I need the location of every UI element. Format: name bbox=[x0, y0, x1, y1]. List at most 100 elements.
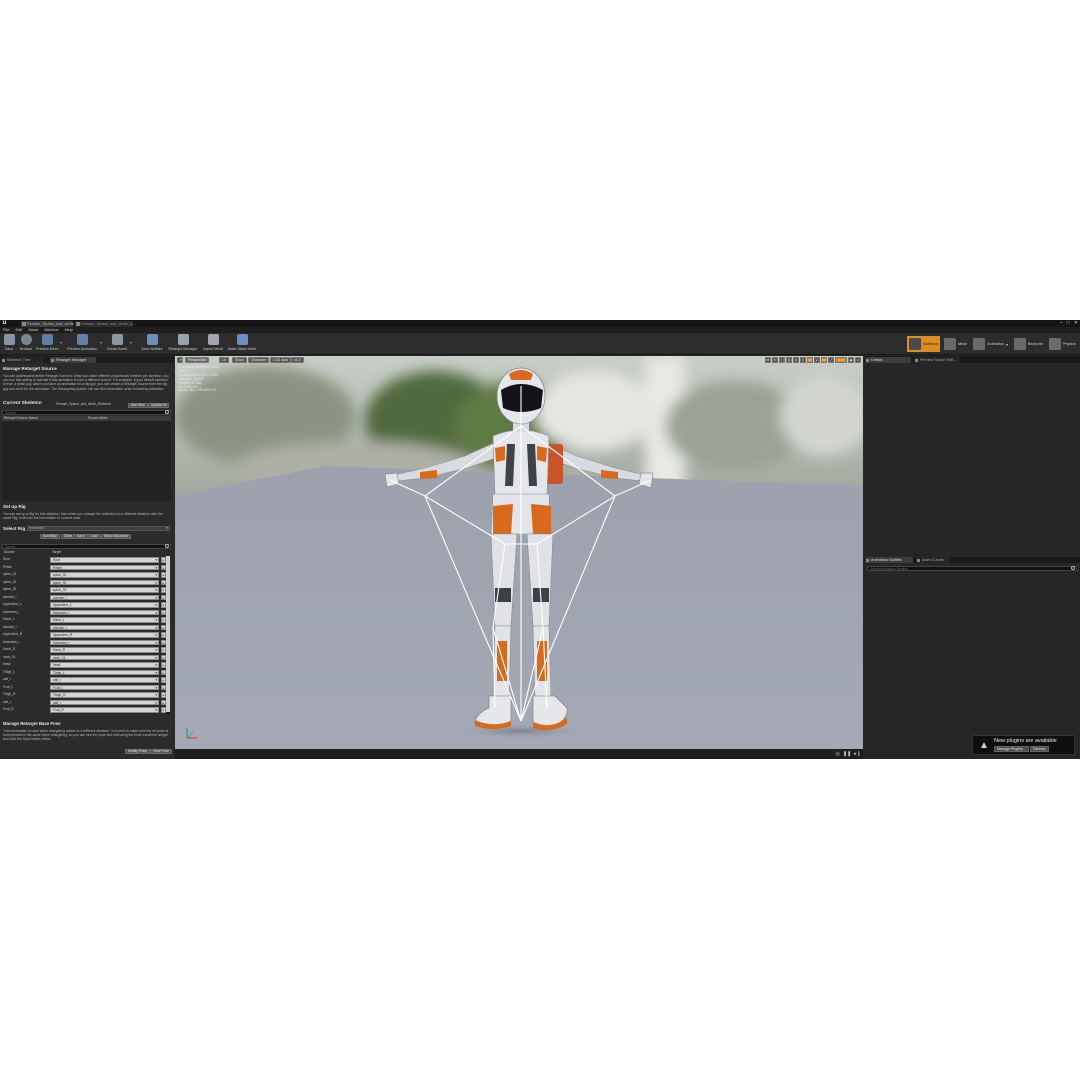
update-all-button[interactable]: Update All bbox=[148, 403, 170, 408]
world-local-icon[interactable]: ◍ bbox=[786, 357, 792, 363]
rig-target-bone-dropdown[interactable]: UpperArm_R ▾ bbox=[50, 632, 159, 638]
rig-table-scrollbar[interactable] bbox=[166, 556, 170, 714]
rig-target-bone-dropdown[interactable]: calf_r ▾ bbox=[50, 699, 159, 705]
camera-speed-icon[interactable]: ▣ bbox=[848, 357, 854, 363]
rig-target-bone-dropdown[interactable]: clavicle_l ▾ bbox=[50, 594, 159, 600]
clear-button[interactable]: Clear bbox=[61, 534, 76, 539]
mode-skeleton-button[interactable]: Skeleton bbox=[907, 336, 940, 352]
lit-button[interactable]: Lit bbox=[219, 357, 229, 363]
rig-target-bone-dropdown[interactable]: Foot_L ▾ bbox=[50, 684, 159, 690]
plugins-notification: New plugins are available Manage Plugins… bbox=[972, 735, 1075, 755]
close-icon[interactable]: ✕ bbox=[1074, 320, 1078, 327]
surface-snap-icon[interactable]: ≡ bbox=[793, 357, 799, 363]
rig-target-bone-dropdown[interactable]: head ▾ bbox=[50, 662, 159, 668]
rig-target-bone-dropdown[interactable]: spine_02 ▾ bbox=[50, 579, 159, 585]
rig-target-bone-dropdown[interactable]: Thigh_L ▾ bbox=[50, 669, 159, 675]
dismiss-button[interactable]: Dismiss bbox=[1030, 746, 1049, 752]
scrollbar-thumb[interactable] bbox=[166, 556, 170, 712]
chevron-down-icon[interactable]: ▾ bbox=[130, 340, 132, 345]
show-advanced-button[interactable]: Show Advanced bbox=[101, 534, 132, 539]
automap-button[interactable]: AutoMap bbox=[40, 534, 60, 539]
save-button[interactable]: Save bbox=[3, 334, 15, 354]
section-title-base-pose: Manage Retarget Base Pose bbox=[3, 721, 61, 726]
anim-notifies-button[interactable]: Anim Notifies bbox=[141, 334, 163, 354]
character-button[interactable]: Character bbox=[248, 357, 270, 363]
tab-retarget-manager[interactable]: Retarget Manager bbox=[50, 357, 96, 363]
tab-skeleton-tree[interactable]: Skeleton Tree bbox=[1, 357, 43, 363]
load-rig-button[interactable]: Load bbox=[87, 534, 101, 539]
minimize-icon[interactable]: – bbox=[1060, 320, 1063, 327]
rig-target-bone-dropdown[interactable]: Hand_R ▾ bbox=[50, 647, 159, 653]
retarget-source-search-input[interactable]: Search bbox=[2, 410, 171, 415]
rig-target-bone-dropdown[interactable]: Thigh_R ▾ bbox=[50, 692, 159, 698]
main-toolbar: Save Browse Preview Mesh ▾ Preview Anima… bbox=[0, 333, 1080, 355]
rig-table-header: Source Target bbox=[2, 550, 171, 555]
preview-animation-button[interactable]: Preview Animation ▾ bbox=[66, 334, 102, 354]
animation-scrub-bar[interactable]: ◎ ❚❚ ▸❙ bbox=[175, 749, 863, 759]
rig-target-bone-dropdown[interactable]: neck_01 ▾ bbox=[50, 654, 159, 660]
mode-mesh-button[interactable]: Mesh bbox=[942, 336, 969, 352]
browse-button[interactable]: Browse bbox=[19, 334, 33, 354]
unreal-logo-icon: u bbox=[2, 320, 7, 326]
rig-target-bone-dropdown[interactable]: calf_l ▾ bbox=[50, 677, 159, 683]
rotation-snap-value[interactable]: 10° bbox=[821, 357, 827, 363]
rotate-icon[interactable]: ↻ bbox=[772, 357, 778, 363]
notify-search-input[interactable]: Search Animation Notifies bbox=[867, 566, 1077, 571]
lod-auto-button[interactable]: LOD Auto bbox=[270, 357, 292, 363]
maximize-icon[interactable]: □ bbox=[1067, 320, 1070, 327]
make-static-mesh-button[interactable]: Make Static Mesh bbox=[227, 334, 257, 354]
playback-speed-button[interactable]: x1.0 bbox=[291, 357, 304, 363]
retarget-manager-button[interactable]: Retarget Manager bbox=[167, 334, 199, 354]
import-mesh-button[interactable]: Import Mesh bbox=[202, 334, 224, 354]
show-button[interactable]: Show bbox=[232, 357, 247, 363]
rig-target-bone-dropdown[interactable]: UpperArm_L ▾ bbox=[50, 602, 159, 608]
rig-mapping-row: Pelvis Pelvis ▾ ▸ bbox=[2, 564, 168, 572]
rig-target-bone-dropdown[interactable]: clavicle_r ▾ bbox=[50, 624, 159, 630]
chevron-down-icon[interactable]: ▾ bbox=[60, 340, 62, 345]
grid-snap-value[interactable]: 10 bbox=[807, 357, 813, 363]
retarget-source-list[interactable] bbox=[2, 421, 171, 501]
manage-plugins-button[interactable]: Manage Plugins... bbox=[994, 746, 1029, 752]
rig-target-bone-dropdown[interactable]: spine_01 ▾ bbox=[50, 572, 159, 578]
grid-snap-icon[interactable]: # bbox=[800, 357, 806, 363]
translate-icon[interactable]: ✥ bbox=[765, 357, 771, 363]
rig-source-bone-label: spine_02 bbox=[3, 579, 17, 584]
rotation-snap-icon[interactable]: ∠ bbox=[814, 357, 820, 363]
rig-target-bone-dropdown[interactable]: Foot_R ▾ bbox=[50, 707, 159, 713]
perspective-button[interactable]: Perspective bbox=[185, 357, 210, 363]
rig-target-bone-dropdown[interactable]: lowerarm_l ▾ bbox=[50, 609, 159, 615]
chevron-down-icon[interactable]: ▾ bbox=[1006, 342, 1008, 347]
mode-animation-button[interactable]: Animation ▾ bbox=[971, 336, 1010, 352]
rig-target-bone-dropdown[interactable]: spine_03 ▾ bbox=[50, 587, 159, 593]
rig-mapping-row: Thigh_R Thigh_R ▾ ▸ bbox=[2, 691, 168, 699]
modify-pose-button[interactable]: Modify Pose bbox=[125, 749, 150, 754]
search-icon bbox=[165, 410, 169, 414]
viewport-scene[interactable] bbox=[175, 356, 863, 749]
scale-snap-icon[interactable]: ⤢ bbox=[828, 357, 834, 363]
save-rig-button[interactable]: Save bbox=[74, 534, 88, 539]
view-pose-button[interactable]: View Pose bbox=[150, 749, 172, 754]
step-forward-icon[interactable]: ▸❙ bbox=[854, 751, 861, 757]
record-icon[interactable]: ◎ bbox=[836, 751, 840, 757]
retarget-manager-icon bbox=[177, 334, 189, 345]
chevron-down-icon[interactable]: ▾ bbox=[100, 340, 102, 345]
scale-icon[interactable]: ▢ bbox=[779, 357, 785, 363]
rig-target-bone-dropdown[interactable]: Pelvis ▾ bbox=[50, 564, 159, 570]
rig-mapping-row: Foot_L Foot_L ▾ ▸ bbox=[2, 684, 168, 692]
add-new-button[interactable]: Add New bbox=[128, 403, 148, 408]
create-asset-button[interactable]: Create Asset ▾ bbox=[106, 334, 132, 354]
rig-search-input[interactable]: Search bbox=[2, 544, 171, 549]
scale-snap-value[interactable]: 0.25 bbox=[835, 357, 847, 363]
viewport-options-button[interactable]: ▾ bbox=[177, 357, 183, 363]
rig-target-bone-dropdown[interactable]: Hand_L ▾ bbox=[50, 617, 159, 623]
rig-source-bone-label: Root bbox=[3, 557, 10, 561]
preview-mesh-button[interactable]: Preview Mesh ▾ bbox=[36, 334, 62, 354]
rig-target-bone-dropdown[interactable]: lowerarm_r ▾ bbox=[50, 639, 159, 645]
select-rig-dropdown[interactable]: Humanoid ▾ bbox=[27, 526, 170, 531]
mode-physics-button[interactable]: Physics bbox=[1047, 336, 1078, 352]
camera-speed-value[interactable]: 4 bbox=[855, 357, 861, 363]
pause-icon[interactable]: ❚❚ bbox=[843, 751, 851, 757]
preview-viewport[interactable]: ▾ Perspective Lit Show Character LOD Aut… bbox=[175, 356, 863, 759]
mode-blueprint-button[interactable]: Blueprint bbox=[1012, 336, 1045, 352]
rig-target-bone-dropdown[interactable]: Root ▾ bbox=[50, 557, 159, 563]
